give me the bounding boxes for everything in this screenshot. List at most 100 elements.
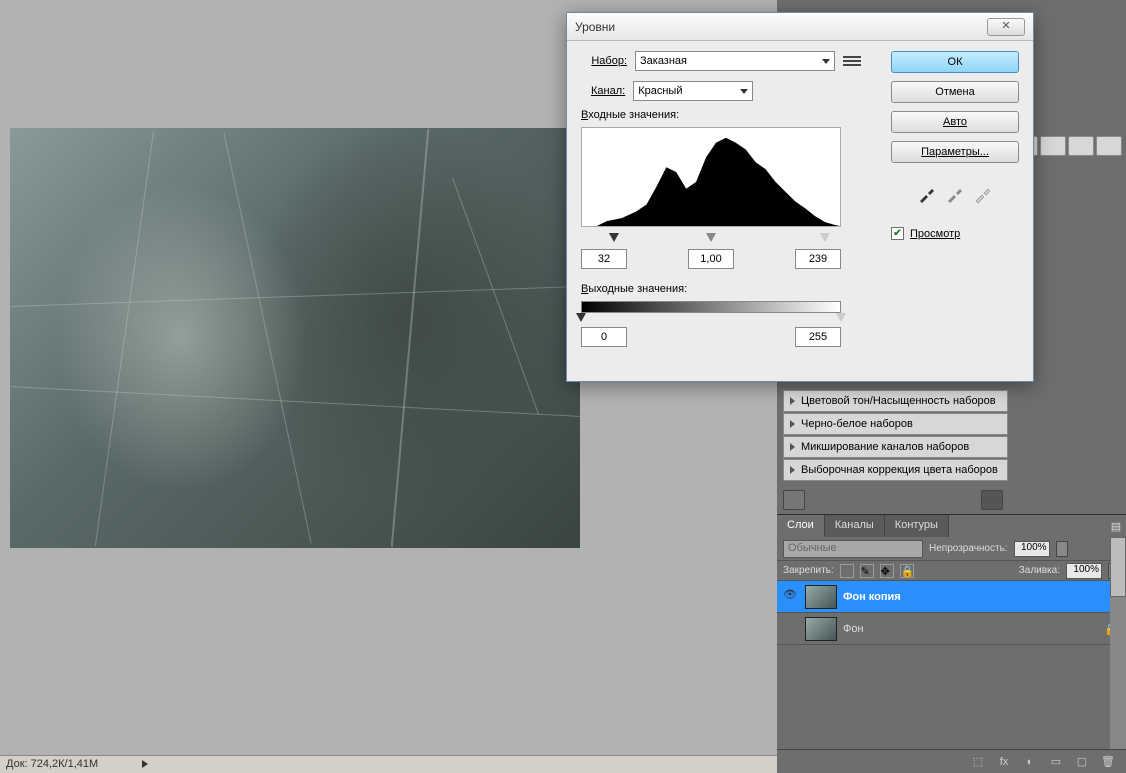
channel-select[interactable]: Красный <box>633 81 753 101</box>
fx-icon[interactable]: fx <box>996 754 1012 770</box>
close-button[interactable]: ✕ <box>987 18 1025 36</box>
layer-thumbnail[interactable] <box>805 585 837 609</box>
layer-name: Фон <box>843 623 864 635</box>
preset-label: Микширование каналов наборов <box>801 441 969 453</box>
disclosure-triangle-icon <box>790 443 795 451</box>
input-levels-label: Входные значения: <box>581 109 871 121</box>
adjustments-mask-icon[interactable] <box>981 490 1003 510</box>
adjustment-layer-icon[interactable]: ▭ <box>1048 754 1064 770</box>
white-eyedropper-icon[interactable] <box>974 185 992 203</box>
preset-menu-icon[interactable] <box>843 52 861 70</box>
lock-transparency-icon[interactable] <box>840 564 854 578</box>
layer-mask-icon[interactable]: ◐ <box>1022 754 1038 770</box>
preset-item[interactable]: Микширование каналов наборов <box>783 436 1008 458</box>
levels-dialog: Уровни ✕ Набор: Заказная Канал: Красный … <box>566 12 1034 382</box>
opacity-label: Непрозрачность: <box>929 543 1008 554</box>
image-detail <box>223 132 311 543</box>
layer-row[interactable]: 👁Фон копия <box>777 581 1126 613</box>
new-layer-icon[interactable]: ▢ <box>1074 754 1090 770</box>
layer-row[interactable]: Фон🔒 <box>777 613 1126 645</box>
image-detail <box>10 386 579 417</box>
return-to-adjustments-icon[interactable] <box>783 490 805 510</box>
link-layers-icon[interactable]: ⬚ <box>970 754 986 770</box>
preset-label: Выборочная коррекция цвета наборов <box>801 464 998 476</box>
document-canvas[interactable] <box>10 128 580 548</box>
preset-label: Цветовой тон/Насыщенность наборов <box>801 395 996 407</box>
layer-options-row: Обычные Непрозрачность: 100% <box>777 537 1126 561</box>
black-point-handle[interactable] <box>609 233 619 242</box>
options-button[interactable]: Параметры... <box>891 141 1019 163</box>
ok-button[interactable]: ОК <box>891 51 1019 73</box>
visibility-eye-icon[interactable]: 👁 <box>781 588 799 606</box>
preset-item[interactable]: Черно-белое наборов <box>783 413 1008 435</box>
input-slider[interactable] <box>581 233 841 245</box>
dialog-title: Уровни <box>575 20 615 34</box>
dialog-titlebar[interactable]: Уровни ✕ <box>567 13 1033 41</box>
fill-input[interactable]: 100% <box>1066 563 1102 579</box>
lock-row: Закрепить: ✎ ✥ 🔒 Заливка: 100% <box>777 561 1126 581</box>
output-gradient <box>581 301 841 313</box>
layer-list: 👁Фон копияФон🔒 <box>777 581 1126 645</box>
image-detail <box>95 130 154 546</box>
histogram <box>581 127 841 227</box>
eyedropper-group <box>891 185 1019 203</box>
scrollbar-thumb[interactable] <box>1110 537 1126 597</box>
disclosure-triangle-icon <box>790 397 795 405</box>
blend-mode-select[interactable]: Обычные <box>783 540 923 558</box>
layer-thumbnail[interactable] <box>805 617 837 641</box>
tab-layers[interactable]: Слои <box>777 515 825 537</box>
preset-label: Набор: <box>581 55 627 67</box>
image-detail <box>451 177 538 414</box>
layers-scrollbar[interactable] <box>1110 537 1126 749</box>
input-black-field[interactable] <box>581 249 627 269</box>
adjustment-presets-list: Цветовой тон/Насыщенность наборов Черно-б… <box>783 390 1008 482</box>
output-white-handle[interactable] <box>836 313 846 322</box>
layers-panel: Слои Каналы Контуры ▤ Обычные Непрозрачн… <box>777 514 1126 773</box>
tab-paths[interactable]: Контуры <box>885 515 949 537</box>
cancel-button[interactable]: Отмена <box>891 81 1019 103</box>
layers-footer: ⬚ fx ◐ ▭ ▢ 🗑 <box>777 749 1126 773</box>
preview-checkbox[interactable]: ✔ <box>891 227 904 240</box>
tab-channels[interactable]: Каналы <box>825 515 885 537</box>
input-white-field[interactable] <box>795 249 841 269</box>
status-flyout-arrow[interactable] <box>142 760 148 768</box>
preset-item[interactable]: Выборочная коррекция цвета наборов <box>783 459 1008 481</box>
auto-button[interactable]: Авто <box>891 111 1019 133</box>
white-point-handle[interactable] <box>820 233 830 242</box>
preset-select[interactable]: Заказная <box>635 51 835 71</box>
opacity-input[interactable]: 100% <box>1014 541 1050 557</box>
output-white-field[interactable] <box>795 327 841 347</box>
opacity-flyout[interactable] <box>1056 541 1068 557</box>
lock-all-icon[interactable]: 🔒 <box>900 564 914 578</box>
trash-icon[interactable]: 🗑 <box>1100 754 1116 770</box>
status-bar: Док: 724,2К/1,41М <box>0 755 777 773</box>
output-black-handle[interactable] <box>576 313 586 322</box>
output-slider[interactable] <box>581 313 841 325</box>
midtone-handle[interactable] <box>706 233 716 242</box>
lock-label: Закрепить: <box>783 565 834 576</box>
doc-size-text: Док: 724,2К/1,41М <box>6 758 98 770</box>
panel-tabs: Слои Каналы Контуры ▤ <box>777 515 1126 537</box>
disclosure-triangle-icon <box>790 420 795 428</box>
mini-button[interactable] <box>1040 136 1066 156</box>
dropdown-arrow-icon <box>740 89 748 94</box>
lock-position-icon[interactable]: ✥ <box>880 564 894 578</box>
gray-eyedropper-icon[interactable] <box>946 185 964 203</box>
output-black-field[interactable] <box>581 327 627 347</box>
preview-label: Просмотр <box>910 228 960 240</box>
lock-pixels-icon[interactable]: ✎ <box>860 564 874 578</box>
fill-label: Заливка: <box>1019 565 1060 576</box>
channel-label: Канал: <box>591 85 625 97</box>
visibility-eye-icon[interactable] <box>781 620 799 638</box>
input-gamma-field[interactable] <box>688 249 734 269</box>
dropdown-arrow-icon <box>822 59 830 64</box>
adjustments-footer <box>783 490 1003 512</box>
preset-item[interactable]: Цветовой тон/Насыщенность наборов <box>783 390 1008 412</box>
preset-value: Заказная <box>640 55 687 67</box>
mini-button[interactable] <box>1096 136 1122 156</box>
black-eyedropper-icon[interactable] <box>918 185 936 203</box>
disclosure-triangle-icon <box>790 466 795 474</box>
mini-button[interactable] <box>1068 136 1094 156</box>
panel-menu-icon[interactable]: ▤ <box>1106 515 1126 537</box>
image-detail <box>391 129 430 548</box>
